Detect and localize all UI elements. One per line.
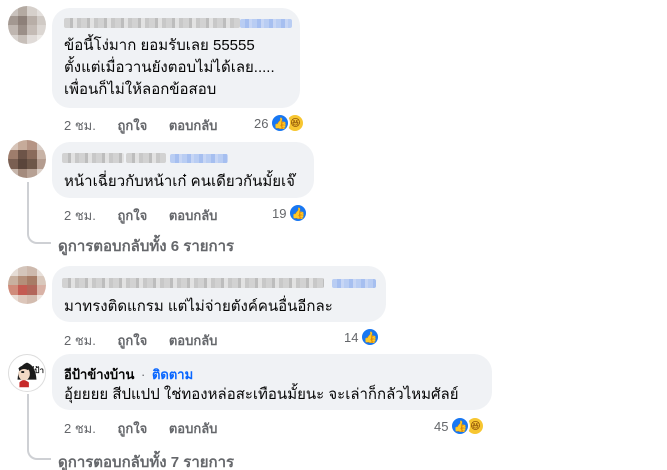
reaction-count: 26	[254, 115, 269, 131]
timestamp[interactable]: 2 ชม.	[64, 421, 96, 436]
like-button[interactable]: ถูกใจ	[117, 208, 147, 223]
reply-button[interactable]: ตอบกลับ	[169, 421, 218, 436]
comment-actions: 2 ชม. ถูกใจ ตอบกลับ	[64, 330, 235, 351]
avatar[interactable]	[8, 266, 46, 304]
reply-button[interactable]: ตอบกลับ	[169, 208, 218, 223]
reaction-summary[interactable]: 45 👍 😆	[434, 415, 486, 437]
blurred-author-link[interactable]	[332, 279, 376, 288]
like-button[interactable]: ถูกใจ	[117, 118, 147, 133]
comment-text-line: อุ้ยยยย สีปแปป ใช่ทองหล่อสะเทือนมั้ยนะ จ…	[64, 386, 459, 403]
thread-connector	[27, 182, 51, 244]
like-button[interactable]: ถูกใจ	[117, 421, 147, 436]
comment-text-line: หน้าเฉี่ยวกับหน้าเก๋ คนเดียวกันมั้ยเจ๊	[64, 173, 295, 190]
reaction-count: 19	[272, 205, 287, 221]
reply-button[interactable]: ตอบกลับ	[169, 333, 218, 348]
blurred-author-name[interactable]	[62, 153, 124, 163]
comment-actions: 2 ชม. ถูกใจ ตอบกลับ	[64, 115, 235, 136]
reaction-summary[interactable]: 26 👍 😆	[254, 112, 306, 134]
avatar[interactable]	[8, 140, 46, 178]
comment-actions: 2 ชม. ถูกใจ ตอบกลับ	[64, 205, 235, 226]
avatar[interactable]: อีป้า	[8, 354, 46, 392]
timestamp[interactable]: 2 ชม.	[64, 208, 96, 223]
view-replies-link[interactable]: ดูการตอบกลับทั้ง 6 รายการ	[58, 234, 234, 258]
reaction-count: 14	[344, 329, 359, 345]
comment-text-line: ตั้งแต่เมื่อวานยังตอบไม่ได้เลย.....	[64, 59, 275, 76]
author-name[interactable]: อีป้าข้างบ้าน	[64, 367, 134, 382]
comment-bubble: หน้าเฉี่ยวกับหน้าเก๋ คนเดียวกันมั้ยเจ๊	[52, 142, 314, 198]
blurred-author-name[interactable]	[64, 18, 240, 28]
timestamp[interactable]: 2 ชม.	[64, 118, 96, 133]
comment-text-line: ข้อนี้โง่มาก ยอมรับเลย 55555	[64, 37, 255, 54]
reply-button[interactable]: ตอบกลับ	[169, 118, 218, 133]
author-row: อีป้าข้างบ้าน · ติดตาม	[64, 364, 193, 385]
avatar[interactable]	[8, 6, 46, 44]
like-icon: 👍	[288, 203, 309, 223]
comment-text-line: มาทรงติดแกรม แต่ไม่จ่ายตังค์คนอื่นอีกละ	[64, 298, 333, 315]
blurred-author-link[interactable]	[170, 154, 228, 163]
comment-text-line: เพื่อนก็ไม่ให้ลอกข้อสอบ	[64, 81, 217, 98]
reaction-summary[interactable]: 19 👍	[272, 202, 309, 224]
comment-bubble: อีป้าข้างบ้าน · ติดตาม อุ้ยยยย สีปแปป ใช…	[52, 354, 492, 410]
like-icon: 👍	[360, 327, 381, 347]
blurred-author-name[interactable]	[62, 278, 324, 288]
comment-bubble: ข้อนี้โง่มาก ยอมรับเลย 55555 ตั้งแต่เมื่…	[52, 8, 300, 108]
separator-dot: ·	[140, 367, 146, 382]
comment-bubble: มาทรงติดแกรม แต่ไม่จ่ายตังค์คนอื่นอีกละ	[52, 266, 386, 322]
timestamp[interactable]: 2 ชม.	[64, 333, 96, 348]
follow-button[interactable]: ติดตาม	[152, 367, 193, 382]
reaction-count: 45	[434, 418, 449, 434]
reaction-summary[interactable]: 14 👍	[344, 326, 381, 348]
like-button[interactable]: ถูกใจ	[117, 333, 147, 348]
view-replies-link[interactable]: ดูการตอบกลับทั้ง 7 รายการ	[58, 450, 234, 470]
blurred-author-link[interactable]	[240, 19, 292, 28]
thread-connector	[27, 394, 51, 460]
avatar-badge-text: อีป้า	[29, 366, 44, 375]
blurred-author-name[interactable]	[126, 153, 166, 163]
comment-actions: 2 ชม. ถูกใจ ตอบกลับ	[64, 418, 235, 439]
